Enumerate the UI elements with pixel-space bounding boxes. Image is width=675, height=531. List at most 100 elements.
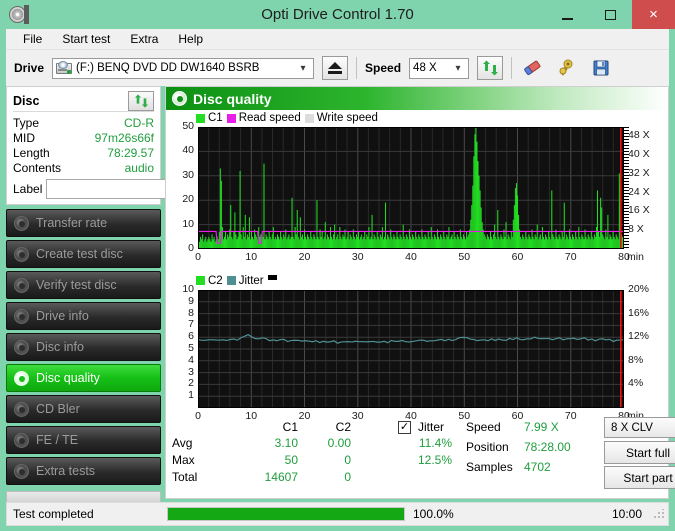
legend-swatch-c2 bbox=[196, 276, 205, 285]
disc-row-contents-value: audio bbox=[124, 160, 154, 175]
sidebar-item-cd-bler[interactable]: CD Bler bbox=[6, 395, 161, 423]
legend-label-c2: C2 bbox=[208, 274, 223, 287]
sidebar-item-extra-tests[interactable]: Extra tests bbox=[6, 457, 161, 485]
disc-label-row: Label bbox=[13, 178, 251, 199]
disc-row-contents-key: Contents bbox=[13, 160, 62, 175]
x-tick-label: 0 bbox=[195, 410, 201, 422]
legend-swatch-read-speed bbox=[226, 113, 236, 123]
legend-swatch-extra bbox=[267, 275, 277, 280]
app-window: Opti Drive Control 1.70 × File Start tes… bbox=[0, 0, 675, 531]
sidebar-item-create-test-disc[interactable]: Create test disc bbox=[6, 240, 161, 268]
speed-stat-value: 7.99 X bbox=[524, 420, 559, 434]
legend-item-read-speed: Read speed bbox=[226, 112, 301, 124]
save-disk-icon bbox=[593, 60, 609, 76]
sidebar-item-verify-test-disc[interactable]: Verify test disc bbox=[6, 271, 161, 299]
sidebar-item-label: Transfer rate bbox=[36, 216, 108, 230]
x-tick-label: 70 bbox=[564, 251, 577, 263]
start-part-button[interactable]: Start part bbox=[604, 466, 675, 489]
disc-row-length-value: 78:29.57 bbox=[107, 145, 154, 160]
toolbar-divider bbox=[511, 57, 513, 79]
legend-label-c1: C1 bbox=[208, 112, 223, 124]
disc-row-mid: MID 97m26s66f bbox=[13, 130, 154, 145]
disc-row-mid-value: 97m26s66f bbox=[94, 130, 154, 145]
disc-row-type-key: Type bbox=[13, 115, 40, 130]
x-tick-label: 40 bbox=[405, 251, 417, 263]
start-full-button[interactable]: Start full bbox=[604, 441, 675, 464]
menu-item-start-test[interactable]: Start test bbox=[53, 30, 119, 48]
maximize-button[interactable] bbox=[589, 0, 632, 29]
right-tick-label: 16% bbox=[628, 306, 650, 319]
main-content: Disc Type CD-R MID 97m26s66f Length 78:2… bbox=[6, 86, 675, 526]
save-button[interactable] bbox=[588, 56, 614, 80]
sidebar-item-disc-info[interactable]: Disc info bbox=[6, 333, 161, 361]
c1-legend: C1 Read speed Write speed bbox=[166, 110, 668, 125]
erase-button[interactable] bbox=[520, 56, 546, 80]
legend-item-c1: C1 bbox=[196, 112, 223, 124]
sidebar-item-fe-te[interactable]: FE / TE bbox=[6, 426, 161, 454]
checkbox-glyph: ✓ bbox=[398, 421, 411, 434]
disc-icon bbox=[14, 215, 29, 231]
stats-c1-avg: 3.10 bbox=[274, 436, 298, 450]
speed-stat-label: Speed bbox=[466, 420, 501, 434]
disc-row-contents: Contents audio bbox=[13, 160, 154, 175]
sidebar-item-label: FE / TE bbox=[36, 433, 79, 447]
speed-select[interactable]: 48 X ▾ bbox=[409, 57, 470, 79]
sidebar-item-label: Extra tests bbox=[36, 464, 96, 478]
c2-plot-svg bbox=[197, 289, 625, 408]
close-button[interactable]: × bbox=[632, 0, 675, 29]
disc-icon bbox=[14, 463, 29, 479]
panel-header: Disc quality bbox=[166, 87, 668, 110]
right-tick-label: 32 X bbox=[628, 166, 650, 179]
y-tick-label: 4 bbox=[188, 353, 194, 366]
menu-bar: File Start test Extra Help bbox=[6, 29, 669, 50]
right-tick-label: 24 X bbox=[628, 185, 650, 198]
y-tick-label: 5 bbox=[188, 342, 194, 354]
y-tick-label: 10 bbox=[182, 217, 194, 230]
c2-plot-area[interactable] bbox=[197, 289, 625, 408]
sidebar-item-drive-info[interactable]: Drive info bbox=[6, 302, 161, 330]
resize-grip-icon[interactable] bbox=[654, 509, 664, 519]
speed-select-value: 48 X bbox=[413, 62, 437, 74]
stats-row-label-total: Total bbox=[172, 470, 198, 484]
stats-jitter-avg: 11.4% bbox=[418, 436, 452, 450]
stats-panel: Avg Max Total C1 3.10 50 14607 C2 0.00 0… bbox=[166, 417, 675, 498]
refresh-button[interactable] bbox=[477, 56, 504, 80]
drive-select[interactable]: (F:) BENQ DVD DD DW1640 BSRB ▾ bbox=[52, 57, 315, 79]
minimize-button[interactable] bbox=[546, 0, 589, 29]
c2-jitter-chart: 1 2 3 4 5 6 7 8 9 10 0 10 20 30 40 50 60 70 80 min 4% 8% 12% 16… bbox=[166, 283, 668, 428]
x-tick-label: 70 bbox=[564, 410, 577, 422]
tools-icon bbox=[559, 59, 573, 76]
progress-bar bbox=[167, 507, 405, 521]
write-mode-select[interactable]: 8 X CLV ▾ bbox=[604, 417, 675, 438]
menu-item-file[interactable]: File bbox=[14, 30, 51, 48]
disc-panel-header: Disc bbox=[13, 90, 154, 112]
stats-row-label-avg: Avg bbox=[172, 436, 193, 450]
sidebar-item-transfer-rate[interactable]: Transfer rate bbox=[6, 209, 161, 237]
status-text: Test completed bbox=[13, 507, 94, 521]
eject-button[interactable] bbox=[322, 56, 349, 80]
status-bar: Test completed 100.0% 10:00 bbox=[6, 502, 669, 526]
y-tick-label: 10 bbox=[182, 283, 194, 295]
elapsed-time: 10:00 bbox=[611, 507, 642, 521]
sidebar: Disc Type CD-R MID 97m26s66f Length 78:2… bbox=[6, 86, 251, 526]
stats-col-header-c1: C1 bbox=[282, 420, 298, 434]
menu-item-extra[interactable]: Extra bbox=[121, 30, 167, 48]
legend-item-jitter: Jitter bbox=[226, 275, 264, 287]
position-stat-value: 78:28.00 bbox=[524, 440, 571, 454]
menu-item-help[interactable]: Help bbox=[169, 30, 212, 48]
disc-icon bbox=[14, 432, 29, 448]
tools-button[interactable] bbox=[554, 56, 580, 80]
sidebar-item-disc-quality[interactable]: Disc quality bbox=[6, 364, 161, 392]
disc-refresh-button[interactable] bbox=[128, 90, 154, 111]
jitter-checkbox[interactable]: ✓ bbox=[398, 419, 411, 434]
c1-plot-area[interactable] bbox=[197, 126, 625, 249]
refresh-arrows-icon bbox=[134, 93, 148, 108]
disc-icon bbox=[14, 308, 29, 324]
x-tick-label: 30 bbox=[351, 251, 364, 263]
right-tick-label: 4% bbox=[628, 377, 644, 390]
refresh-arrows-icon bbox=[482, 60, 498, 76]
x-axis-unit-label: min bbox=[627, 251, 644, 263]
progress-percent: 100.0% bbox=[413, 507, 454, 521]
jitter-label: Jitter bbox=[418, 420, 445, 434]
disc-quality-icon bbox=[172, 91, 187, 106]
